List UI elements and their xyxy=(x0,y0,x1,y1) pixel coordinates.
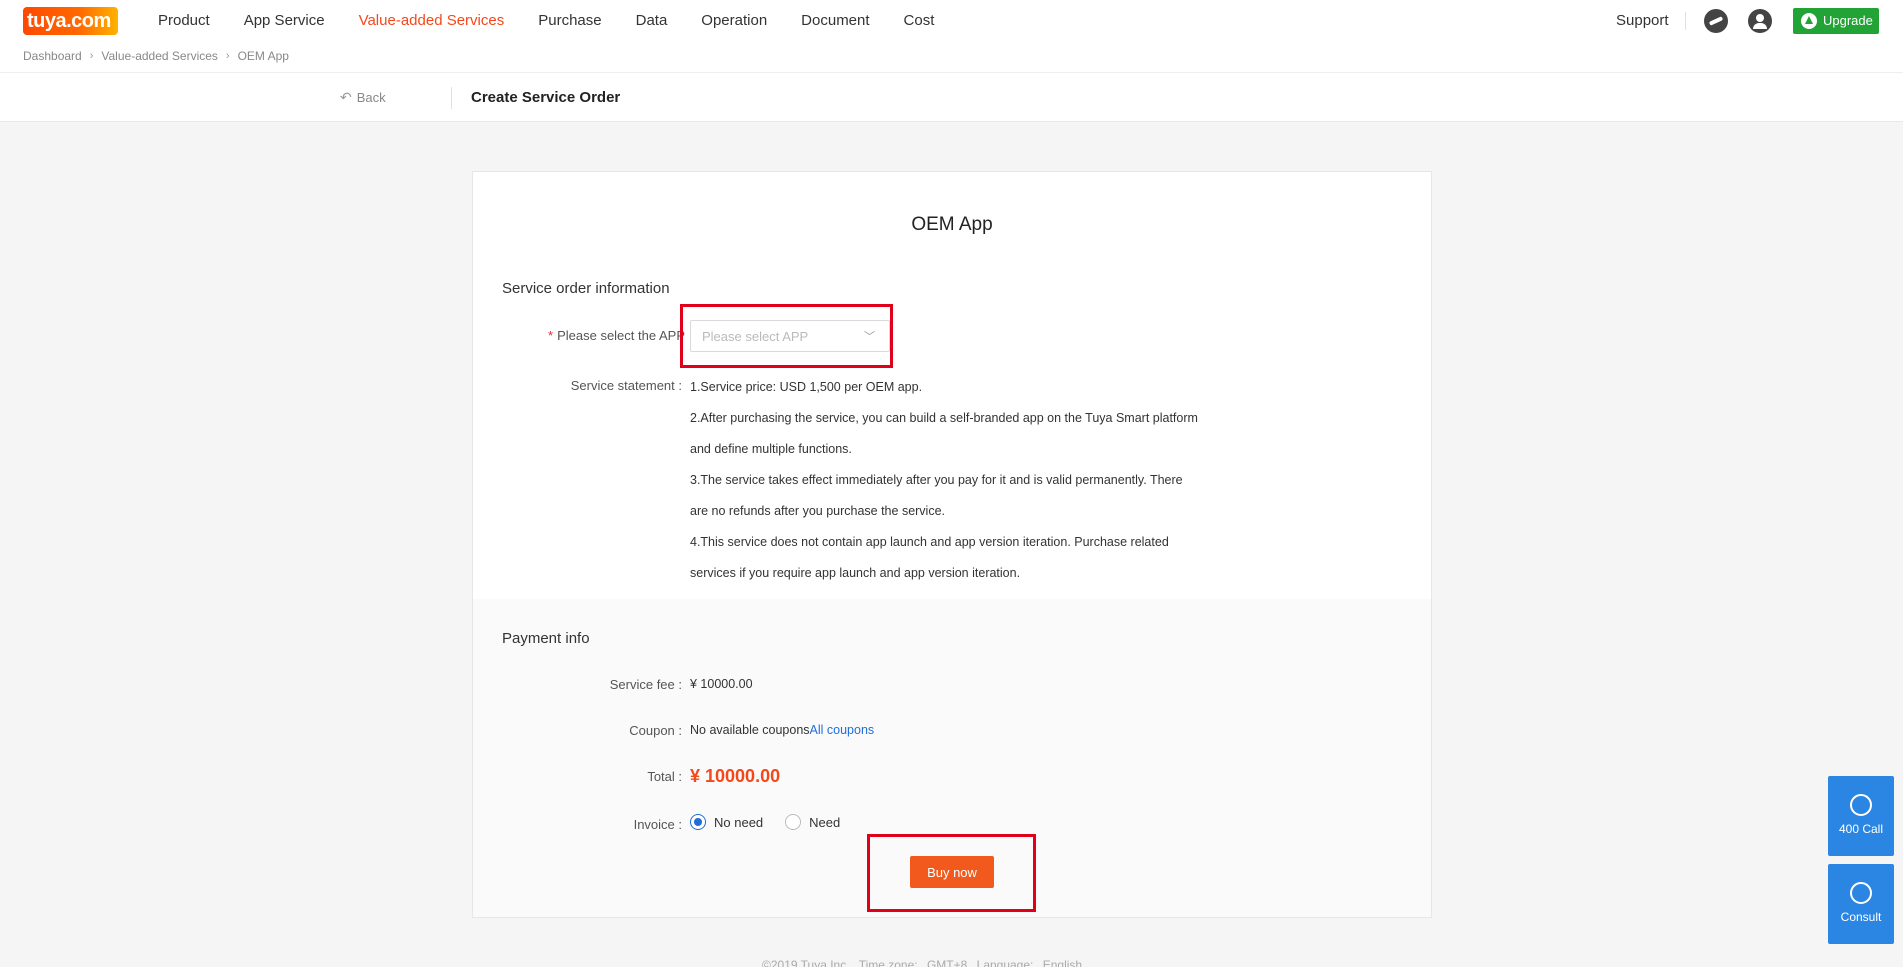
statement-line: 4.This service does not contain app laun… xyxy=(690,535,1169,549)
tuya-logo[interactable]: tuya.com xyxy=(23,7,118,35)
statement-line: are no refunds after you purchase the se… xyxy=(690,504,946,518)
nav-cost[interactable]: Cost xyxy=(904,12,935,29)
highlight-box-select xyxy=(680,304,893,368)
subheader-divider xyxy=(451,87,452,109)
invoice-radio-group: No need Need xyxy=(690,814,862,830)
coupon-label-wrap: Coupon : xyxy=(473,723,682,743)
timezone-select[interactable]: GMT+8 xyxy=(927,958,967,967)
chevron-right-icon: › xyxy=(89,50,94,62)
fee-label-wrap: Service fee : xyxy=(473,677,682,697)
payment-section-title: Payment info xyxy=(502,630,590,647)
page-title: Create Service Order xyxy=(471,89,621,106)
nav-value-added-services[interactable]: Value-added Services xyxy=(359,12,505,29)
order-card: OEM App Service order information * Pleas… xyxy=(472,171,1432,918)
service-statement: 1.Service price: USD 1,500 per OEM app. … xyxy=(690,372,1230,589)
footer: ©2019 Tuya Inc. Time zone: GMT+8 Languag… xyxy=(762,958,1088,967)
call-float-button[interactable]: 400 Call xyxy=(1828,776,1894,856)
back-button[interactable]: ↶ Back xyxy=(340,89,386,106)
coupon-text: No available coupons xyxy=(690,723,810,737)
statement-label: Service statement : xyxy=(570,378,682,393)
invoice-label: Invoice : xyxy=(633,817,682,832)
phone-icon xyxy=(1850,794,1872,816)
service-section-title: Service order information xyxy=(502,280,670,297)
statement-line: 2.After purchasing the service, you can … xyxy=(690,411,1198,425)
statement-line: services if you require app launch and a… xyxy=(690,566,1021,580)
consult-float-button[interactable]: Consult xyxy=(1828,864,1894,944)
upgrade-button[interactable]: Upgrade xyxy=(1793,8,1879,34)
nav-purchase[interactable]: Purchase xyxy=(538,12,601,29)
select-app-label-text: Please select the APP xyxy=(557,328,685,343)
total-value: ¥ 10000.00 xyxy=(690,766,781,786)
nav-operation[interactable]: Operation xyxy=(701,12,767,29)
card-title: OEM App xyxy=(911,214,993,235)
back-label: Back xyxy=(356,90,386,105)
timezone-label: Time zone: xyxy=(858,958,918,967)
all-coupons-link[interactable]: All coupons xyxy=(810,723,875,737)
statement-label-wrap: Service statement : xyxy=(473,378,682,398)
globe-icon[interactable] xyxy=(1704,9,1728,33)
required-mark: * xyxy=(548,328,554,343)
total-label-wrap: Total : xyxy=(473,769,682,789)
breadcrumb: Dashboard › Value-added Services › OEM A… xyxy=(23,49,289,63)
statement-line: 3.The service takes effect immediately a… xyxy=(690,473,1183,487)
nav-document[interactable]: Document xyxy=(801,12,869,29)
select-app-label: * Please select the APP xyxy=(548,328,685,343)
top-header: tuya.com Product App Service Value-added… xyxy=(0,0,1903,72)
user-avatar-icon[interactable] xyxy=(1748,9,1772,33)
statement-line: and define multiple functions. xyxy=(690,442,852,456)
chevron-right-icon: › xyxy=(225,50,230,62)
breadcrumb-current: OEM App xyxy=(237,49,289,63)
nav-app-service[interactable]: App Service xyxy=(244,12,325,29)
consult-label: Consult xyxy=(1840,910,1882,924)
total-label: Total : xyxy=(647,769,682,784)
sub-header: ↶ Back Create Service Order xyxy=(0,72,1903,122)
invoice-need-label[interactable]: Need xyxy=(809,815,840,830)
highlight-box-buy xyxy=(867,834,1036,912)
support-link[interactable]: Support xyxy=(1616,12,1669,29)
back-arrow-icon: ↶ xyxy=(340,89,352,105)
select-label-wrap: * Please select the APP xyxy=(473,328,685,348)
chat-bubble-icon xyxy=(1850,882,1872,904)
language-label: Language: xyxy=(976,958,1034,967)
service-fee-value: ¥ 10000.00 xyxy=(690,677,753,691)
breadcrumb-dashboard[interactable]: Dashboard xyxy=(23,49,82,63)
upgrade-arrow-icon xyxy=(1801,13,1817,29)
statement-line: 1.Service price: USD 1,500 per OEM app. xyxy=(690,380,923,394)
service-fee-label: Service fee : xyxy=(609,677,682,692)
coupon-value: No available couponsAll coupons xyxy=(690,723,874,737)
coupon-label: Coupon : xyxy=(629,723,682,738)
call-label: 400 Call xyxy=(1838,822,1884,836)
invoice-no-need-radio[interactable] xyxy=(690,814,706,830)
nav-data[interactable]: Data xyxy=(636,12,668,29)
nav-product[interactable]: Product xyxy=(158,12,210,29)
copyright: ©2019 Tuya Inc. xyxy=(762,958,850,967)
invoice-need-radio[interactable] xyxy=(785,814,802,830)
upgrade-label: Upgrade xyxy=(1823,13,1873,28)
breadcrumb-value-added[interactable]: Value-added Services xyxy=(101,49,218,63)
invoice-no-need-label[interactable]: No need xyxy=(714,815,763,830)
invoice-label-wrap: Invoice : xyxy=(473,817,682,837)
header-divider xyxy=(1685,12,1686,30)
main-nav: Product App Service Value-added Services… xyxy=(158,12,968,29)
language-select[interactable]: English xyxy=(1043,958,1082,967)
